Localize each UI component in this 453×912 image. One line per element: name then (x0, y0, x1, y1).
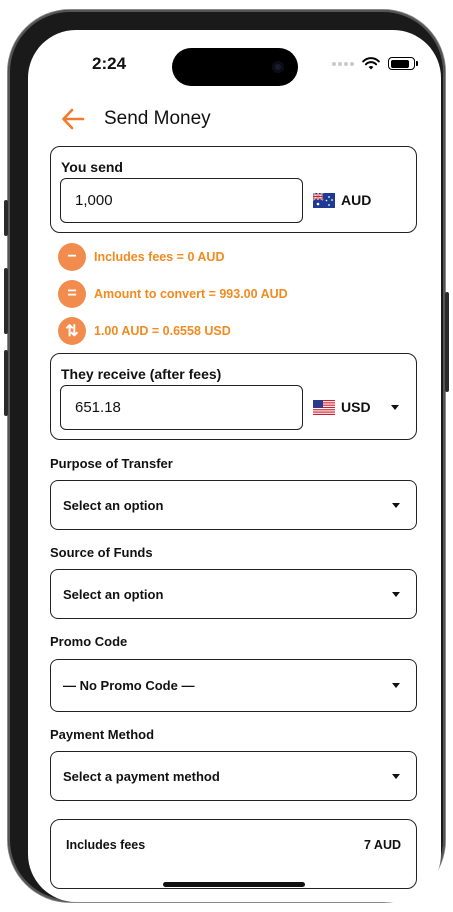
send-label: You send (61, 159, 123, 175)
payment-select[interactable]: Select a payment method (50, 751, 417, 801)
promo-value: — No Promo Code — (63, 678, 195, 693)
receive-amount-input[interactable]: 651.18 (60, 385, 303, 430)
promo-label: Promo Code (50, 634, 128, 649)
side-button (4, 200, 8, 236)
status-icons (332, 57, 418, 70)
purpose-label: Purpose of Transfer (50, 456, 173, 471)
signal-dots-icon (332, 61, 354, 66)
us-flag-icon (313, 399, 335, 415)
send-amount-input[interactable]: 1,000 (60, 178, 303, 223)
send-currency[interactable]: AUD (313, 192, 371, 208)
dynamic-island (172, 48, 298, 86)
source-select[interactable]: Select an option (50, 569, 417, 619)
payment-label: Payment Method (50, 727, 155, 742)
summary-value: 7 AUD (363, 838, 401, 852)
home-indicator[interactable] (163, 882, 305, 887)
volume-down-button (4, 350, 8, 416)
minus-icon: − (58, 243, 86, 271)
fee-row-fees: − Includes fees = 0 AUD (58, 243, 225, 271)
receive-card: They receive (after fees) 651.18 USD (50, 353, 417, 440)
payment-value: Select a payment method (63, 768, 220, 784)
wifi-icon (362, 57, 380, 70)
receive-label: They receive (after fees) (61, 366, 222, 382)
page-title: Send Money (104, 108, 211, 129)
status-time: 2:24 (92, 54, 127, 73)
battery-icon (388, 57, 418, 70)
screen: 2:24 Send Money You send 1,000 AUD − Inc… (28, 30, 441, 902)
chevron-down-icon (392, 683, 400, 688)
purpose-value: Select an option (63, 497, 164, 513)
summary-label: Includes fees (66, 838, 146, 852)
volume-up-button (4, 268, 8, 334)
chevron-down-icon (392, 591, 400, 597)
receive-currency-code: USD (341, 399, 371, 415)
source-value: Select an option (63, 586, 164, 602)
send-card: You send 1,000 AUD (50, 146, 417, 233)
fee-row-convert: = Amount to convert = 993.00 AUD (58, 280, 288, 308)
power-button (445, 292, 449, 392)
promo-select[interactable]: — No Promo Code — (50, 659, 417, 712)
australia-flag-icon (313, 192, 335, 208)
receive-currency-select[interactable]: USD (313, 399, 403, 415)
source-label: Source of Funds (50, 545, 153, 560)
phone-frame: 2:24 Send Money You send 1,000 AUD − Inc… (4, 10, 449, 902)
rate-text: 1.00 AUD = 0.6558 USD (94, 324, 231, 338)
fee-summary-card: Includes fees 7 AUD (50, 819, 417, 889)
camera-icon (272, 61, 284, 73)
arrow-left-icon[interactable] (60, 106, 86, 132)
send-currency-code: AUD (341, 192, 372, 208)
fee-text: Includes fees = 0 AUD (94, 250, 225, 264)
header: Send Money (60, 106, 211, 132)
chevron-down-icon (392, 502, 400, 508)
convert-text: Amount to convert = 993.00 AUD (94, 287, 288, 301)
equals-icon: = (58, 280, 86, 308)
battery-fill (390, 59, 410, 68)
chevron-down-icon (392, 773, 400, 779)
exchange-icon: ⇅ (58, 317, 86, 345)
chevron-down-icon (391, 404, 399, 410)
purpose-select[interactable]: Select an option (50, 480, 417, 530)
fee-row-rate: ⇅ 1.00 AUD = 0.6558 USD (58, 317, 231, 345)
